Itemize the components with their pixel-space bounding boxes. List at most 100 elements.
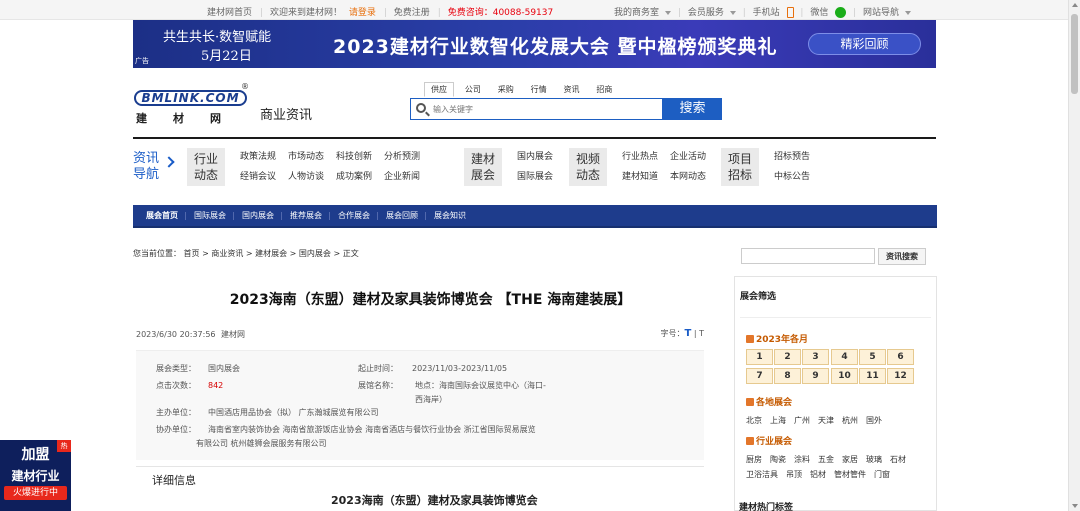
link-domestic-expo[interactable]: 国内展会	[517, 147, 553, 167]
industry-tag[interactable]: 厨房	[746, 455, 762, 464]
link-market[interactable]: 市场动态	[288, 147, 324, 167]
nav-expo-knowledge[interactable]: 展会知识	[424, 205, 474, 226]
news-search-button[interactable]: 资讯搜索	[878, 248, 926, 265]
register-link[interactable]: 免费注册	[394, 8, 430, 18]
link-forecast[interactable]: 分析预测	[384, 147, 420, 167]
nav-domestic-expo[interactable]: 国内展会	[232, 205, 282, 226]
scroll-up-icon[interactable]	[1072, 3, 1078, 7]
header-divider	[133, 137, 936, 139]
industry-tag[interactable]: 管材管件	[834, 470, 866, 479]
cat-exhibition-links: 国内展会 国际展会	[517, 147, 565, 187]
mobile-link[interactable]: 手机站	[753, 7, 794, 18]
franchise-float-ad[interactable]: 加盟 建材行业 火爆进行中 热	[0, 440, 71, 511]
font-small-button[interactable]: T	[699, 329, 704, 338]
link-dealer[interactable]: 经销会议	[240, 167, 276, 187]
logo-registered: ®	[241, 82, 249, 91]
news-search-input[interactable]	[741, 248, 875, 264]
nav-intl-expo[interactable]: 国际展会	[184, 205, 234, 226]
news-nav-label: 资讯 导航	[133, 151, 160, 182]
article-source: 建材网	[221, 330, 246, 339]
month-button[interactable]: 11	[859, 368, 886, 384]
article-title: 2023海南（东盟）建材及家具装饰博览会 【THE 海南建装展】	[229, 292, 632, 308]
search-tab-news[interactable]: 资讯	[558, 83, 586, 96]
search-tab-market[interactable]: 行情	[525, 83, 553, 96]
page-scrollbar[interactable]	[1068, 0, 1080, 511]
link-award-notice[interactable]: 中标公告	[774, 167, 810, 187]
month-button[interactable]: 5	[859, 349, 886, 365]
search-tab-purchase[interactable]: 采购	[492, 83, 520, 96]
cat-industry-links: 政策法规 市场动态 科技创新 分析预测 经销会议 人物访谈 成功案例 企业新闻	[240, 147, 432, 187]
nav-partner-expo[interactable]: 合作展会	[328, 205, 378, 226]
site-nav-link[interactable]: 网站导航	[863, 8, 912, 18]
cat-exhibitions[interactable]: 建材 展会	[464, 148, 502, 186]
industry-tag[interactable]: 涂料	[794, 455, 810, 464]
link-events[interactable]: 企业活动	[670, 147, 706, 167]
month-button[interactable]: 8	[774, 368, 801, 384]
nav-recommended-expo[interactable]: 推荐展会	[280, 205, 330, 226]
month-button[interactable]: 2	[774, 349, 801, 365]
search-tab-company[interactable]: 公司	[459, 83, 487, 96]
banner-review-button[interactable]: 精彩回顾	[808, 33, 921, 55]
link-site-news[interactable]: 本网动态	[670, 167, 706, 187]
hot-tags-heading: 建材热门标签	[739, 503, 794, 511]
region-tag[interactable]: 杭州	[842, 416, 858, 425]
industry-tag[interactable]: 陶瓷	[770, 455, 786, 464]
link-hot[interactable]: 行业热点	[622, 147, 658, 167]
industry-tag[interactable]: 吊顶	[786, 470, 802, 479]
industry-tag[interactable]: 家居	[842, 455, 858, 464]
expo-host: 中国酒店用品协会（拟） 广东瀚城展览有限公司	[208, 408, 379, 417]
month-button[interactable]: 4	[831, 349, 858, 365]
month-button[interactable]: 12	[887, 368, 914, 384]
my-business-link[interactable]: 我的商务室	[614, 8, 672, 18]
chevron-down-icon	[665, 10, 672, 15]
region-tag[interactable]: 北京	[746, 416, 762, 425]
industry-tag[interactable]: 石材	[890, 455, 906, 464]
link-policy[interactable]: 政策法规	[240, 147, 276, 167]
scroll-down-icon[interactable]	[1072, 504, 1078, 508]
search-input[interactable]	[433, 102, 658, 116]
cat-industry-news[interactable]: 行业 动态	[187, 148, 225, 186]
link-interview[interactable]: 人物访谈	[288, 167, 324, 187]
month-button[interactable]: 1	[746, 349, 773, 365]
month-button[interactable]: 9	[802, 368, 829, 384]
region-tag[interactable]: 上海	[770, 416, 786, 425]
industry-tag[interactable]: 门窗	[874, 470, 890, 479]
month-button[interactable]: 10	[831, 368, 858, 384]
link-company-news[interactable]: 企业新闻	[384, 167, 420, 187]
link-know[interactable]: 建材知道	[622, 167, 658, 187]
search-button[interactable]: 搜索	[663, 98, 722, 120]
wechat-link[interactable]: 微信	[810, 7, 847, 18]
search-tab-supply[interactable]: 供应	[424, 82, 454, 97]
top-bar: 建材网首页 | 欢迎来到建材网！ 请登录 | 免费注册 | 免费咨询：40088-59…	[0, 0, 1068, 20]
industry-tag[interactable]: 玻璃	[866, 455, 882, 464]
cat-tenders[interactable]: 项目 招标	[721, 148, 759, 186]
scroll-thumb[interactable]	[1071, 14, 1078, 94]
nav-expo-home[interactable]: 展会首页	[133, 205, 186, 226]
month-button[interactable]: 6	[887, 349, 914, 365]
month-button[interactable]: 3	[802, 349, 829, 365]
phone-icon	[786, 7, 794, 18]
link-tech[interactable]: 科技创新	[336, 147, 372, 167]
font-large-button[interactable]: T	[685, 328, 692, 339]
cat-videos[interactable]: 视频 动态	[569, 148, 607, 186]
region-tag[interactable]: 国外	[866, 416, 882, 425]
month-button[interactable]: 7	[746, 368, 773, 384]
home-link[interactable]: 建材网首页	[207, 8, 252, 18]
link-tender-notice[interactable]: 招标预告	[774, 147, 810, 167]
link-intl-expo[interactable]: 国际展会	[517, 167, 553, 187]
search-tab-invest[interactable]: 招商	[590, 83, 618, 96]
industry-tag[interactable]: 铝材	[810, 470, 826, 479]
industry-tag[interactable]: 卫浴洁具	[746, 470, 778, 479]
site-logo[interactable]: BMLINK.COM ® 建材网	[134, 82, 249, 125]
topbar-left: 建材网首页 | 欢迎来到建材网！ 请登录 | 免费注册 | 免费咨询：40088-59…	[207, 8, 554, 18]
link-cases[interactable]: 成功案例	[336, 167, 372, 187]
region-tag[interactable]: 广州	[794, 416, 810, 425]
detail-heading: 详细信息	[152, 474, 196, 487]
breadcrumb: 您当前位置： 首页 > 商业资讯 > 建材展会 > 国内展会 > 正文	[133, 249, 359, 258]
login-link[interactable]: 请登录	[349, 8, 376, 18]
region-tag[interactable]: 天津	[818, 416, 834, 425]
industry-tag[interactable]: 五金	[818, 455, 834, 464]
nav-expo-review[interactable]: 展会回顾	[376, 205, 426, 226]
member-service-link[interactable]: 会员服务	[688, 8, 736, 18]
event-banner[interactable]: 共生共长·数智赋能 5月22日 2023建材行业数智化发展大会 暨中楹榜颁奖典礼…	[133, 20, 936, 68]
